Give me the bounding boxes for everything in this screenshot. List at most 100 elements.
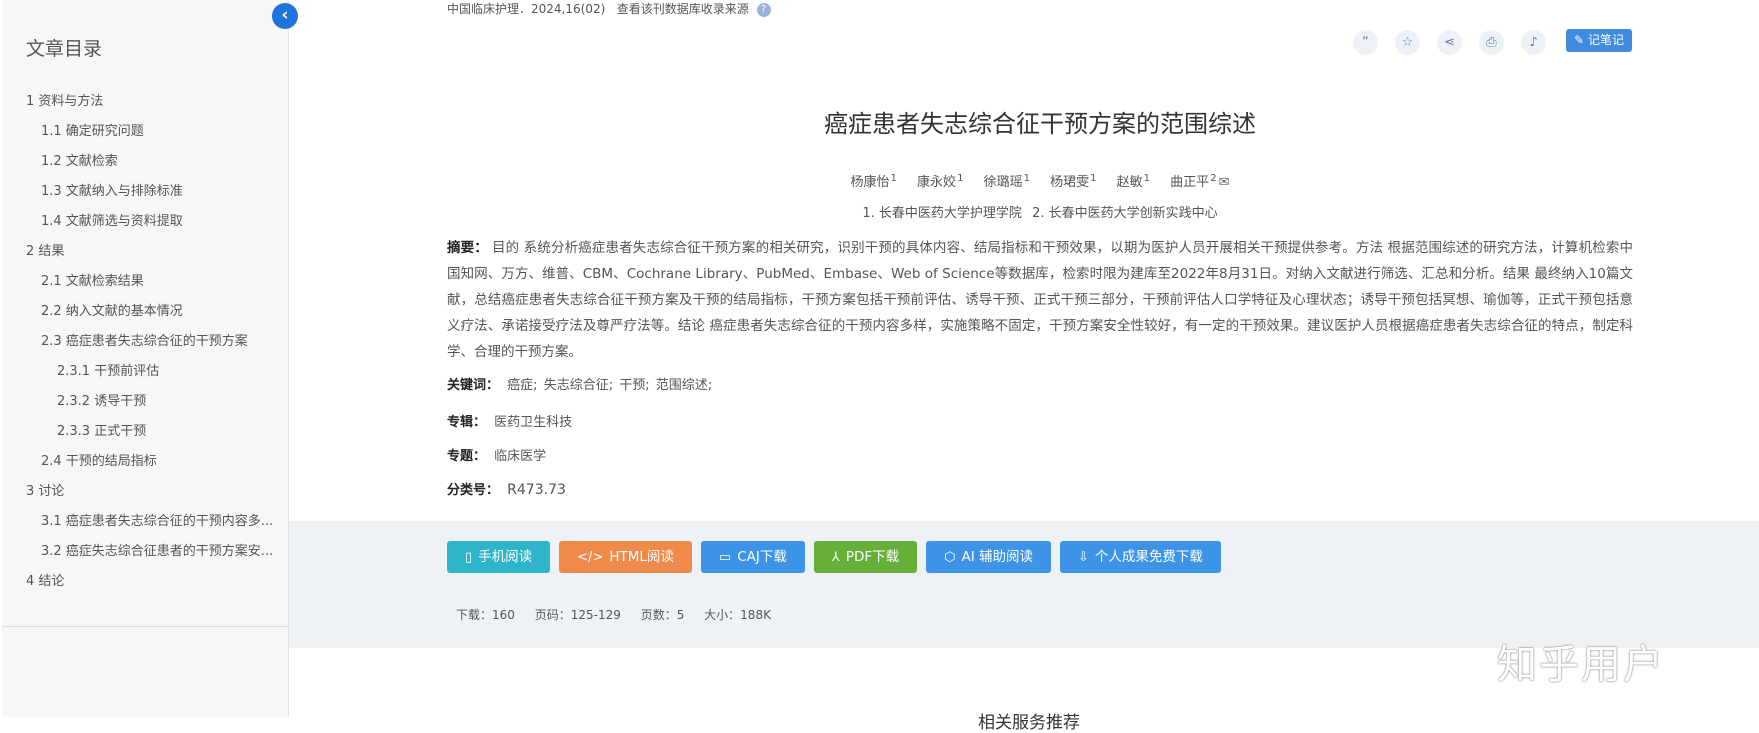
- take-note-button[interactable]: ✎ 记笔记: [1566, 29, 1632, 52]
- mail-icon[interactable]: ✉: [1219, 175, 1230, 190]
- author-link[interactable]: 康永姣1: [917, 172, 964, 190]
- db-source-link[interactable]: 查看该刊数据库收录来源: [617, 2, 749, 16]
- series-row: 专辑： 医药卫生科技: [447, 411, 572, 430]
- help-icon[interactable]: ?: [756, 3, 771, 17]
- author-affil-mark: 1: [1090, 172, 1097, 184]
- author-link[interactable]: 杨康怡1: [850, 172, 897, 190]
- classification-row: 分类号： R473.73: [447, 479, 566, 498]
- button-label: HTML阅读: [609, 549, 674, 565]
- abstract-text: 目的 系统分析癌症患者失志综合征干预方案的相关研究，识别干预的具体内容、结局指标…: [447, 240, 1633, 360]
- abstract: 摘要： 目的 系统分析癌症患者失志综合征干预方案的相关研究，识别干预的具体内容、结…: [447, 235, 1633, 365]
- keyword-link[interactable]: 干预;: [619, 378, 649, 393]
- author-name: 杨珺雯: [1050, 175, 1090, 190]
- chevron-left-icon: ‹: [281, 5, 289, 25]
- affiliation-link[interactable]: 1. 长春中医药大学护理学院: [862, 206, 1022, 221]
- button-label: AI 辅助阅读: [961, 549, 1033, 565]
- affiliation-link[interactable]: 2. 长春中医药大学创新实践中心: [1032, 206, 1218, 221]
- topic-label: 专题：: [447, 449, 487, 464]
- author-name: 康永姣: [917, 175, 957, 190]
- toc-item[interactable]: 3.2 癌症失志综合征患者的干预方案安...: [2, 540, 288, 570]
- file-size: 大小：188K: [704, 608, 771, 622]
- journal-citation[interactable]: 中国临床护理．2024,16(02): [447, 2, 605, 16]
- mobile-read-button[interactable]: ▯ 手机阅读: [447, 541, 551, 573]
- toc-item[interactable]: 1 资料与方法: [2, 90, 288, 120]
- author-affil-mark: 1: [1143, 172, 1151, 184]
- share-icon[interactable]: ⋖: [1437, 30, 1462, 55]
- keyword-link[interactable]: 失志综合征;: [544, 378, 613, 393]
- author-name: 曲正平: [1170, 175, 1210, 190]
- author-name: 徐璐瑶: [983, 175, 1023, 190]
- code-icon: </>: [577, 550, 604, 565]
- topic-value: 临床医学: [494, 449, 547, 464]
- sidebar-divider: [2, 626, 288, 627]
- toc-item[interactable]: 2.3.2 诱导干预: [2, 390, 288, 420]
- author-affil-mark: 1: [890, 172, 897, 184]
- author-affil-mark: 1: [1023, 172, 1030, 184]
- toc-item[interactable]: 2.4 干预的结局指标: [2, 450, 288, 480]
- download-buttons: ▯ 手机阅读 </> HTML阅读 ▭ CAJ下载 ⅄ PDF下载 ⬡ AI 辅助阅读 ⇩…: [447, 541, 1221, 573]
- article-toolbar: “ ☆ ⋖ ⎙ ♪: [1353, 30, 1546, 55]
- toc-item[interactable]: 2 结果: [2, 240, 288, 270]
- author-link[interactable]: 杨珺雯1: [1050, 172, 1097, 190]
- series-label: 专辑：: [447, 415, 487, 430]
- ai-assist-read-button[interactable]: ⬡ AI 辅助阅读: [926, 541, 1051, 573]
- html-read-button[interactable]: </> HTML阅读: [559, 541, 692, 573]
- page-range: 页码：125-129: [534, 608, 621, 622]
- button-label: 手机阅读: [478, 549, 533, 565]
- keyword-link[interactable]: 癌症;: [507, 378, 537, 393]
- toc-item[interactable]: 2.3.3 正式干预: [2, 420, 288, 450]
- pdf-icon: ⅄: [831, 550, 840, 565]
- author-affil-mark: 2: [1210, 172, 1217, 184]
- toc-item[interactable]: 1.3 文献纳入与排除标准: [2, 180, 288, 210]
- button-label: PDF下载: [845, 549, 900, 565]
- series-value: 医药卫生科技: [494, 415, 573, 430]
- author-affil-mark: 1: [957, 172, 964, 184]
- collapse-sidebar-button[interactable]: ‹: [272, 3, 298, 29]
- author-link[interactable]: 赵敏1: [1116, 172, 1151, 190]
- toc-item[interactable]: 1.1 确定研究问题: [2, 120, 288, 150]
- star-icon[interactable]: ☆: [1395, 30, 1420, 55]
- author-link[interactable]: 曲正平2 ✉: [1170, 172, 1230, 190]
- author-name: 赵敏: [1116, 175, 1143, 190]
- phone-icon: ▯: [465, 550, 473, 565]
- bell-icon[interactable]: ♪: [1521, 30, 1546, 55]
- toc-item[interactable]: 2.3.1 干预前评估: [2, 360, 288, 390]
- author-name: 杨康怡: [850, 175, 890, 190]
- download-icon: ⇩: [1078, 550, 1089, 565]
- toc-title: 文章目录: [26, 38, 103, 60]
- toc-item[interactable]: 1.2 文献检索: [2, 150, 288, 180]
- toc-item[interactable]: 2.1 文献检索结果: [2, 270, 288, 300]
- file-stats: 下载：160 页码：125-129 页数：5 大小：188K: [456, 606, 787, 623]
- toc-item[interactable]: 2.2 纳入文献的基本情况: [2, 300, 288, 330]
- toc-item[interactable]: 4 结论: [2, 570, 288, 600]
- article-title: 癌症患者失志综合征干预方案的范围综述: [824, 110, 1256, 138]
- toc-list: 1 资料与方法 1.1 确定研究问题 1.2 文献检索 1.3 文献纳入与排除标…: [2, 90, 288, 600]
- classification-value: R473.73: [507, 482, 566, 498]
- journal-source: 中国临床护理．2024,16(02) 查看该刊数据库收录来源 ?: [447, 0, 771, 17]
- related-services-heading: 相关服务推荐: [978, 713, 1080, 733]
- affiliations: 1. 长春中医药大学护理学院 2. 长春中医药大学创新实践中心: [447, 202, 1633, 221]
- keywords-row: 关键词： 癌症; 失志综合征; 干预; 范围综述;: [447, 374, 714, 393]
- toc-sidebar: 文章目录 1 资料与方法 1.1 确定研究问题 1.2 文献检索 1.3 文献纳…: [2, 0, 289, 717]
- ai-icon: ⬡: [944, 550, 956, 565]
- download-count: 下载：160: [456, 608, 515, 622]
- pdf-download-button[interactable]: ⅄ PDF下载: [813, 541, 918, 573]
- toc-item[interactable]: 2.3 癌症患者失志综合征的干预方案: [2, 330, 288, 360]
- toc-item[interactable]: 1.4 文献筛选与资料提取: [2, 210, 288, 240]
- button-label: CAJ下载: [737, 549, 787, 565]
- keyword-link[interactable]: 范围综述;: [656, 378, 712, 393]
- classification-label: 分类号：: [447, 483, 500, 498]
- abstract-label: 摘要：: [447, 240, 488, 256]
- caj-download-button[interactable]: ▭ CAJ下载: [700, 541, 805, 573]
- free-download-button[interactable]: ⇩ 个人成果免费下载: [1060, 541, 1221, 573]
- print-icon[interactable]: ⎙: [1479, 30, 1504, 55]
- author-list: 杨康怡1 康永姣1 徐璐瑶1 杨珺雯1 赵敏1 曲正平2 ✉: [447, 171, 1633, 190]
- toc-item[interactable]: 3 讨论: [2, 480, 288, 510]
- pencil-icon: ✎: [1574, 33, 1585, 47]
- toc-item[interactable]: 3.1 癌症患者失志综合征的干预内容多...: [2, 510, 288, 540]
- page-count: 页数：5: [640, 608, 685, 622]
- topic-row: 专题： 临床医学: [447, 445, 546, 464]
- quote-icon[interactable]: “: [1353, 30, 1378, 55]
- author-link[interactable]: 徐璐瑶1: [983, 172, 1030, 190]
- watermark: 知乎用户: [1497, 642, 1665, 688]
